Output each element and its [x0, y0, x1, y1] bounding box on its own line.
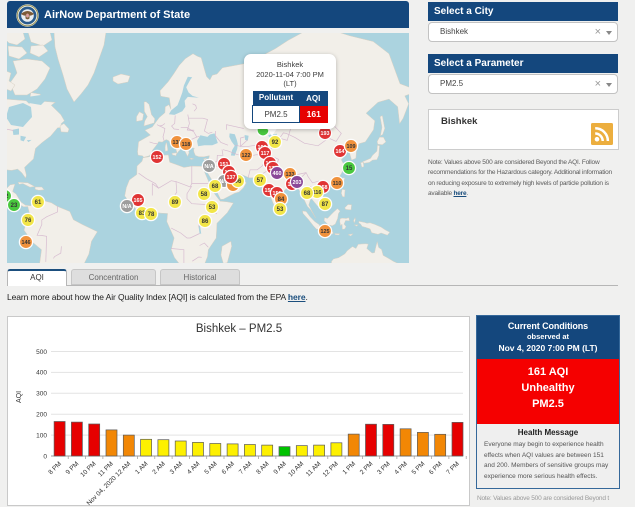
svg-text:9 AM: 9 AM [272, 460, 287, 475]
svg-text:164: 164 [336, 149, 345, 155]
svg-text:Bishkek – PM2.5: Bishkek – PM2.5 [196, 323, 282, 335]
svg-text:10 PM: 10 PM [79, 460, 97, 478]
svg-text:5 AM: 5 AM [203, 460, 218, 475]
svg-text:68: 68 [212, 184, 219, 190]
svg-text:6 PM: 6 PM [428, 460, 444, 476]
svg-text:15: 15 [346, 166, 353, 172]
svg-text:7 AM: 7 AM [238, 460, 253, 475]
svg-text:137: 137 [227, 175, 236, 181]
svg-text:118: 118 [182, 142, 191, 148]
svg-text:100: 100 [36, 432, 47, 439]
svg-text:53: 53 [209, 205, 216, 211]
svg-text:7 PM: 7 PM [445, 460, 461, 476]
svg-text:4 PM: 4 PM [393, 460, 409, 476]
svg-text:3 PM: 3 PM [376, 460, 392, 476]
svg-text:8 AM: 8 AM [255, 460, 270, 475]
svg-text:3 AM: 3 AM [169, 460, 184, 475]
svg-text:460: 460 [273, 171, 282, 177]
svg-text:2 PM: 2 PM [359, 460, 375, 476]
svg-text:11 AM: 11 AM [305, 460, 323, 478]
svg-text:110: 110 [333, 181, 342, 187]
svg-text:146: 146 [22, 240, 31, 246]
svg-text:N/A: N/A [204, 164, 213, 170]
svg-text:300: 300 [36, 391, 47, 398]
svg-text:61: 61 [35, 200, 42, 206]
svg-text:76: 76 [25, 218, 32, 224]
svg-text:10 AM: 10 AM [287, 460, 305, 478]
svg-text:89: 89 [172, 200, 179, 206]
svg-text:400: 400 [36, 370, 47, 377]
svg-text:68: 68 [304, 191, 311, 197]
svg-text:AQI: AQI [16, 391, 23, 403]
svg-text:109: 109 [347, 144, 356, 150]
svg-text:193: 193 [321, 131, 330, 137]
svg-text:4 AM: 4 AM [186, 460, 201, 475]
svg-text:58: 58 [201, 192, 208, 198]
svg-text:9 PM: 9 PM [65, 460, 81, 476]
svg-text:12 PM: 12 PM [322, 460, 340, 478]
svg-text:53: 53 [277, 207, 284, 213]
svg-text:92: 92 [272, 140, 279, 146]
svg-text:57: 57 [257, 178, 264, 184]
svg-text:N/A: N/A [122, 204, 131, 210]
svg-text:78: 78 [148, 212, 155, 218]
svg-text:23: 23 [11, 203, 18, 209]
svg-text:6 AM: 6 AM [221, 460, 236, 475]
svg-text:122: 122 [242, 153, 251, 159]
svg-text:1 PM: 1 PM [341, 460, 357, 476]
svg-text:87: 87 [322, 202, 329, 208]
svg-text:203: 203 [293, 180, 302, 186]
svg-text:125: 125 [321, 229, 330, 235]
svg-text:152: 152 [153, 155, 162, 161]
svg-text:86: 86 [202, 219, 209, 225]
svg-text:500: 500 [36, 349, 47, 356]
svg-text:0: 0 [43, 453, 47, 460]
svg-text:200: 200 [36, 412, 47, 419]
svg-text:1 AM: 1 AM [134, 460, 149, 475]
svg-text:2 AM: 2 AM [151, 460, 166, 475]
svg-text:5 PM: 5 PM [411, 460, 427, 476]
svg-text:8 PM: 8 PM [47, 460, 63, 476]
svg-text:165: 165 [134, 198, 143, 204]
